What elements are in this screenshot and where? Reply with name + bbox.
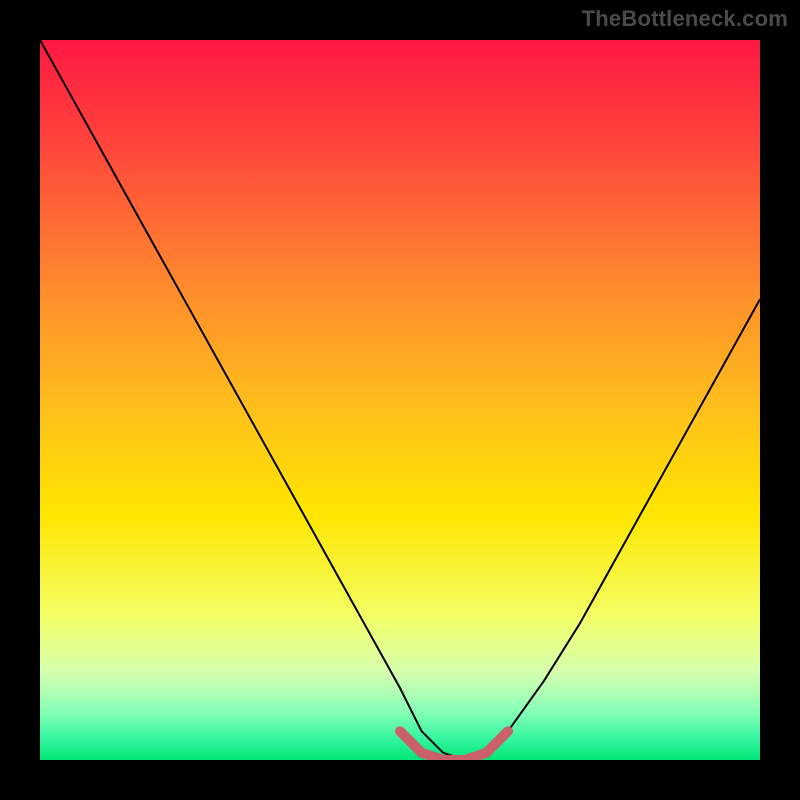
watermark-text: TheBottleneck.com <box>582 6 788 32</box>
chart-frame: TheBottleneck.com <box>0 0 800 800</box>
bottleneck-curve <box>40 40 760 760</box>
optimal-marker <box>400 731 508 760</box>
chart-svg <box>40 40 760 760</box>
plot-area <box>40 40 760 760</box>
